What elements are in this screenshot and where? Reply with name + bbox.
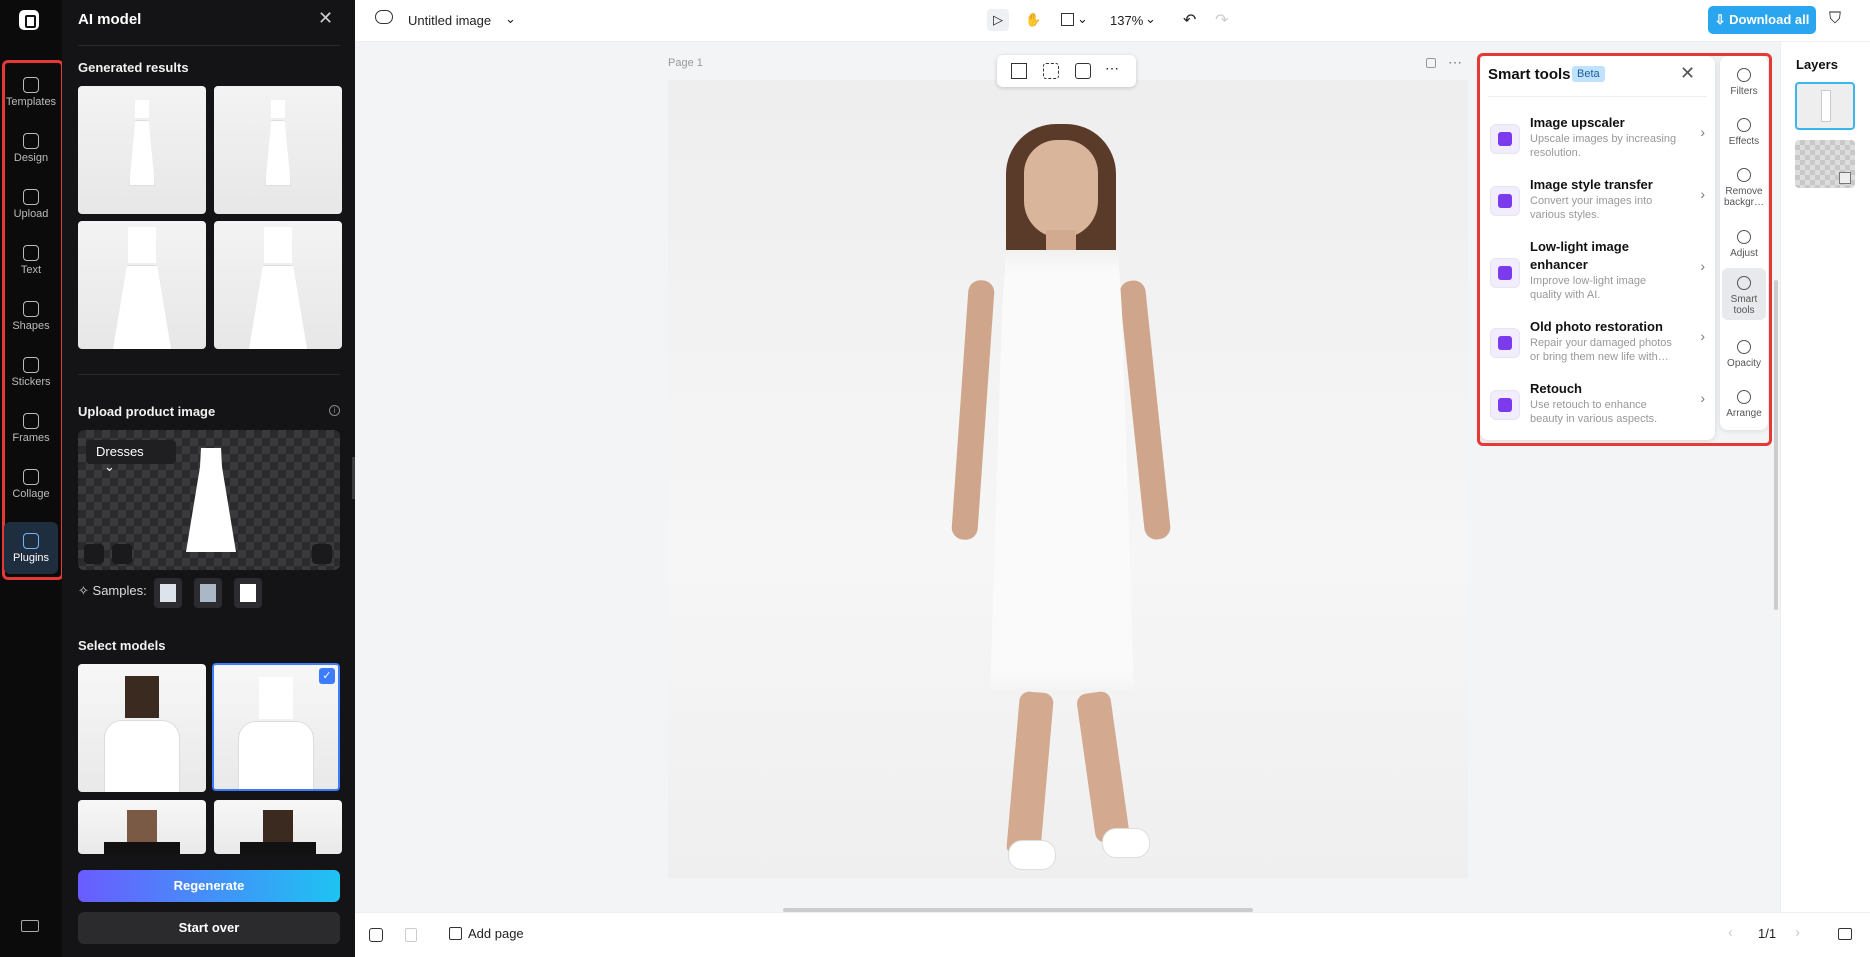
rail-item-shapes[interactable]: Shapes (4, 290, 58, 340)
smart-tools-highlight-box (1477, 53, 1772, 446)
close-icon[interactable]: ✕ (318, 8, 333, 29)
ai-model-panel: AI model ✕ Generated results Upload prod… (62, 0, 355, 957)
replace-icon[interactable] (1043, 63, 1059, 79)
rail-item-plugins[interactable]: Plugins (4, 522, 58, 574)
chevron-down-icon: ⌄ (104, 459, 115, 474)
keyboard-shortcuts-icon[interactable] (21, 920, 39, 932)
page-counter: 1/1 (1758, 926, 1777, 941)
shapes-icon (23, 301, 39, 317)
canvas-photo-model[interactable] (668, 80, 1468, 878)
samples-label: ✧ Samples: (78, 583, 147, 598)
zoom-level[interactable]: 137% (1110, 13, 1143, 28)
sparkle-icon: ✧ (78, 583, 89, 598)
generated-result-1[interactable] (78, 86, 206, 214)
vertical-scrollbar[interactable] (1774, 280, 1778, 610)
page-duplicate-icon[interactable] (369, 928, 383, 942)
model-card-4[interactable] (214, 800, 342, 854)
divider (78, 45, 340, 46)
app-logo-icon[interactable] (19, 10, 39, 30)
sample-dress[interactable] (234, 578, 262, 608)
left-rail: Templates Design Upload Text Shapes Stic… (0, 0, 64, 957)
prev-page-icon[interactable]: ‹ (1728, 924, 1733, 941)
trash-icon[interactable] (405, 928, 417, 942)
shield-icon[interactable]: ⛉ (1829, 10, 1841, 28)
product-image-upload[interactable]: Dresses ⌄ (78, 430, 340, 570)
model-card-1[interactable] (78, 664, 206, 792)
duplicate-icon[interactable] (1075, 63, 1091, 79)
upload-icon (23, 189, 39, 205)
checkmark-icon: ✓ (319, 668, 335, 684)
rail-item-collage[interactable]: Collage (4, 458, 58, 508)
chevron-down-icon[interactable]: ⌄ (505, 11, 516, 27)
crop-icon[interactable] (1011, 63, 1027, 79)
divider (78, 374, 340, 375)
layers-title: Layers (1796, 57, 1838, 72)
edit-image-icon[interactable] (312, 544, 332, 564)
page-label: Page 1 (668, 57, 703, 69)
collage-icon (23, 469, 39, 485)
bottom-bar: Add page ‹ 1/1 › (355, 912, 1870, 957)
add-page-button[interactable]: Add page (449, 926, 524, 941)
generated-result-2[interactable] (214, 86, 342, 214)
stickers-icon (23, 357, 39, 373)
image-context-toolbar: ⋯ (997, 55, 1136, 87)
generated-result-4[interactable] (214, 221, 342, 349)
cloud-save-icon[interactable] (375, 10, 393, 24)
page-manager-icon[interactable] (1838, 928, 1852, 940)
templates-icon (23, 77, 39, 93)
hand-pan-icon[interactable]: ✋ (1020, 9, 1042, 31)
chevron-down-icon[interactable]: ⌄ (1145, 11, 1156, 27)
start-over-button[interactable]: Start over (78, 912, 340, 944)
plugins-icon (23, 533, 39, 549)
more-icon[interactable]: ⋯ (1105, 60, 1121, 76)
duplicate-page-icon[interactable] (1426, 58, 1436, 68)
add-page-icon (449, 927, 462, 940)
select-pointer-icon[interactable]: ▷ (987, 9, 1009, 31)
document-title[interactable]: Untitled image (408, 13, 491, 28)
layer-type-icon (1839, 172, 1851, 184)
sample-tshirt[interactable] (194, 578, 222, 608)
generated-result-3[interactable] (78, 221, 206, 349)
product-dress-image (186, 448, 236, 552)
top-toolbar: Untitled image ⌄ ▷ ✋ ⌄ 137% ⌄ ↶ ↷ ⇩ Down… (355, 0, 1870, 42)
select-models-heading: Select models (78, 638, 166, 653)
text-icon (23, 245, 39, 261)
rail-item-text[interactable]: Text (4, 234, 58, 284)
layer-thumb-photo[interactable] (1795, 82, 1855, 130)
regenerate-button[interactable]: Regenerate (78, 870, 340, 902)
model-card-2-selected[interactable]: ✓ (212, 663, 340, 791)
model-card-3[interactable] (78, 800, 206, 854)
rail-item-design[interactable]: Design (4, 122, 58, 172)
undo-icon[interactable]: ↶ (1183, 10, 1196, 30)
panel-title: AI model (78, 11, 142, 28)
more-options-icon[interactable]: ⋯ (1448, 54, 1462, 71)
info-icon[interactable]: i (329, 405, 340, 416)
download-icon: ⇩ (1714, 12, 1730, 27)
redo-icon[interactable]: ↷ (1215, 10, 1228, 30)
frames-icon (23, 413, 39, 429)
layer-thumb-background[interactable] (1795, 140, 1855, 188)
category-dropdown[interactable]: Dresses ⌄ (86, 440, 176, 474)
rail-item-frames[interactable]: Frames (4, 402, 58, 452)
next-page-icon[interactable]: › (1795, 924, 1800, 941)
upload-product-heading: Upload product image (78, 404, 216, 419)
rail-item-upload[interactable]: Upload (4, 178, 58, 228)
download-all-button[interactable]: ⇩ Download all (1708, 6, 1816, 34)
rail-item-templates[interactable]: Templates (4, 66, 58, 116)
generated-results-heading: Generated results (78, 60, 189, 75)
chevron-down-icon[interactable]: ⌄ (1077, 11, 1088, 27)
delete-icon[interactable] (112, 544, 132, 564)
layers-panel: Layers (1780, 42, 1870, 912)
design-icon (23, 133, 39, 149)
rail-item-stickers[interactable]: Stickers (4, 346, 58, 396)
sample-shirt[interactable] (154, 578, 182, 608)
replace-image-icon[interactable] (84, 544, 104, 564)
